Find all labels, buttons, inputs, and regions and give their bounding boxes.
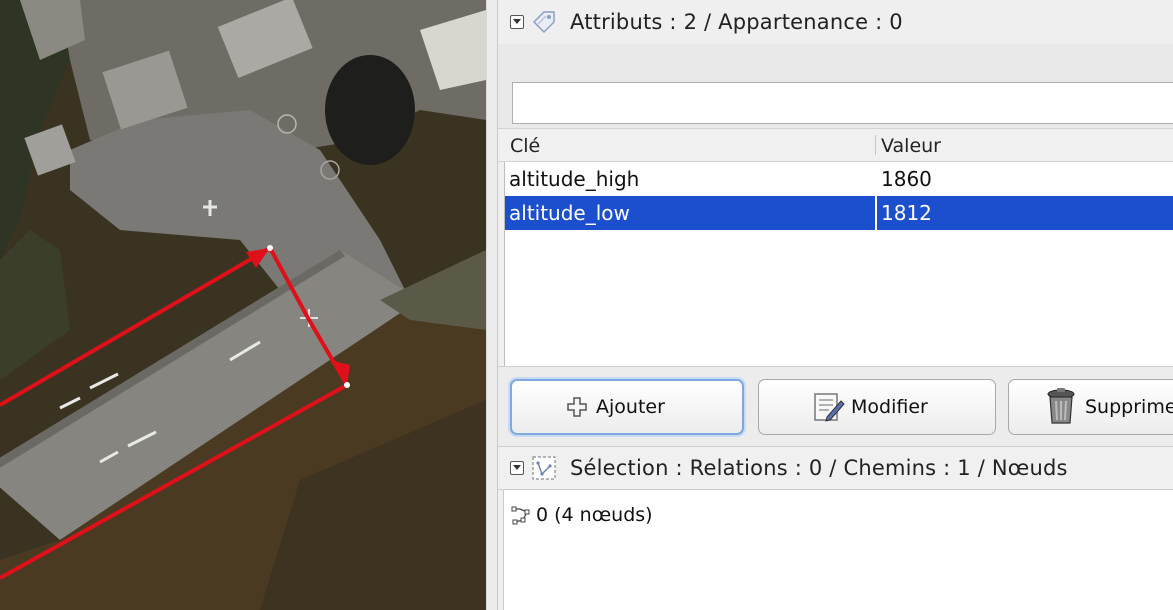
collapse-icon[interactable] [510, 15, 524, 29]
tags-panel-header[interactable]: Attributs : 2 / Appartenance : 0 [498, 0, 1173, 44]
selection-panel-header[interactable]: Sélection : Relations : 0 / Chemins : 1 … [498, 446, 1173, 490]
tag-value: 1860 [881, 167, 932, 191]
tag-key: altitude_low [509, 201, 630, 225]
selection-icon [532, 456, 556, 480]
filter-area [498, 44, 1173, 128]
tag-filter-input[interactable] [512, 82, 1173, 124]
delete-tag-label: Supprimer [1085, 396, 1173, 418]
edit-tag-button[interactable]: Modifier [758, 379, 996, 435]
tag-value: 1812 [881, 201, 932, 225]
table-row[interactable]: altitude_high 1860 [505, 162, 1173, 196]
plus-icon [567, 397, 587, 417]
way-icon [511, 506, 530, 525]
list-item[interactable]: 0 (4 nœuds) [510, 504, 653, 526]
collapse-icon[interactable] [510, 461, 524, 475]
column-key-header[interactable]: Clé [510, 135, 540, 157]
edit-icon [814, 393, 845, 422]
cell-divider [875, 196, 877, 230]
tags-table-header: Clé Valeur [498, 128, 1173, 162]
column-value-header[interactable]: Valeur [881, 135, 941, 157]
aerial-imagery [0, 0, 486, 610]
edit-tag-label: Modifier [851, 396, 928, 418]
split-pane-divider[interactable] [486, 0, 498, 610]
table-row-selected[interactable]: altitude_low 1812 [505, 196, 1173, 230]
add-tag-button[interactable]: Ajouter [510, 379, 744, 435]
tags-button-bar: Ajouter Modifier Supprimer [498, 366, 1173, 447]
map-view[interactable] [0, 0, 486, 610]
right-panel: Attributs : 2 / Appartenance : 0 Clé Val… [498, 0, 1173, 610]
tag-icon [532, 11, 555, 34]
tags-panel-title: Attributs : 2 / Appartenance : 0 [570, 10, 903, 34]
trash-icon [1047, 388, 1075, 424]
selection-panel: Sélection : Relations : 0 / Chemins : 1 … [498, 446, 1173, 610]
tag-key: altitude_high [509, 167, 640, 191]
selection-item-label: 0 (4 nœuds) [536, 504, 653, 526]
tags-table: altitude_high 1860 altitude_low 1812 [504, 162, 1173, 366]
delete-tag-button[interactable]: Supprimer [1008, 379, 1173, 435]
column-divider[interactable] [875, 135, 876, 155]
add-tag-label: Ajouter [596, 396, 665, 418]
selection-panel-title: Sélection : Relations : 0 / Chemins : 1 … [570, 456, 1068, 480]
list-border [498, 490, 504, 610]
